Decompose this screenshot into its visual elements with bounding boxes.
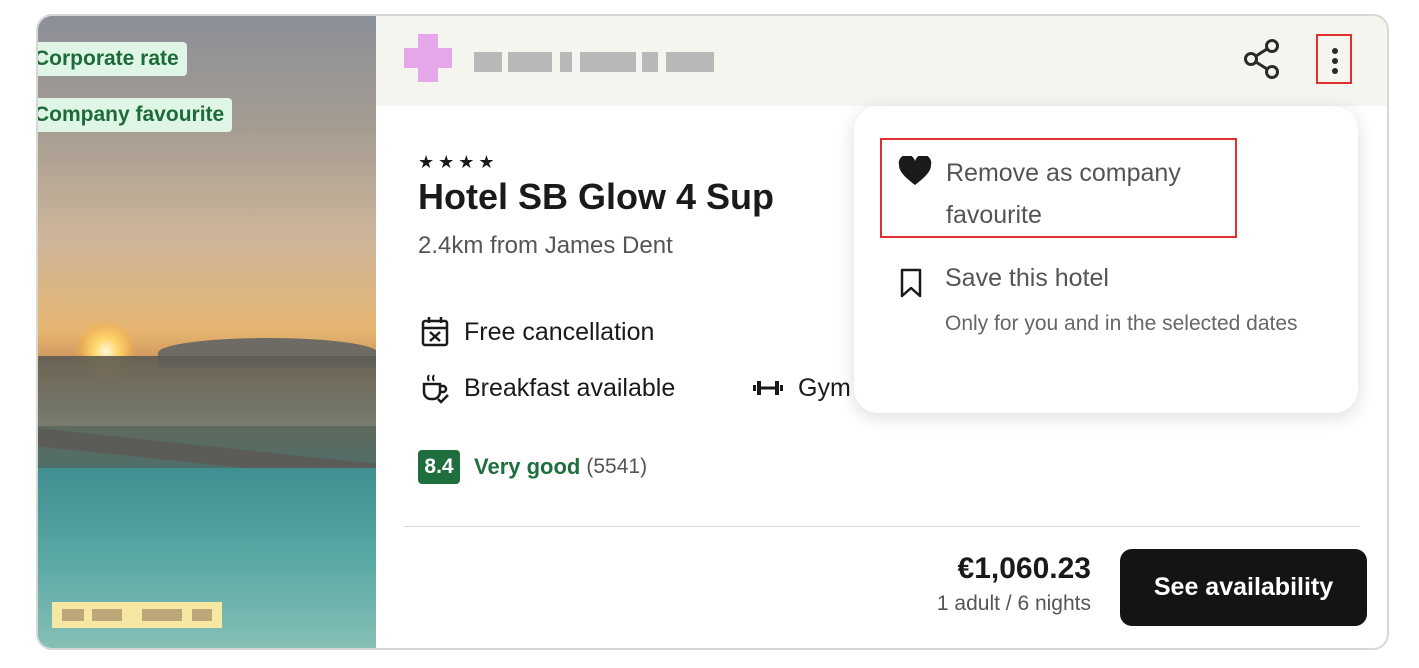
price-details: 1 adult / 6 nights [936,592,1091,615]
menu-item-label: Remove as company favourite [946,159,1181,229]
remove-company-favourite-item[interactable]: Remove as company favourite [880,138,1237,238]
breakfast-cup-icon [422,374,449,404]
photo-city [38,356,376,426]
heart-icon [898,156,932,185]
calendar-x-icon [421,317,449,347]
save-hotel-item[interactable]: Save this hotel Only for you and in the … [898,264,1318,374]
dumbbell-icon [753,381,783,395]
review-count: (5541) [586,455,648,478]
provider-logo-blurred [404,34,452,82]
photo-credit-blurred [52,602,222,628]
hotel-name[interactable]: Hotel SB Glow 4 Sup [418,176,774,218]
more-options-button[interactable] [1316,34,1352,84]
feature-gym: Gym [752,372,851,404]
bookmark-icon [900,268,922,298]
review-score[interactable]: 8.4 Very good (5541) [418,450,647,484]
share-button[interactable] [1242,38,1282,80]
see-availability-button[interactable]: See availability [1120,549,1367,626]
feature-label: Breakfast available [464,373,676,402]
star-rating: ★★★★ [418,152,499,173]
hotel-distance: 2.4km from James Dent [418,232,673,259]
menu-item-description: Only for you and in the selected dates [945,312,1298,335]
feature-label: Free cancellation [464,317,655,346]
options-dropdown-menu: Remove as company favourite Save this ho… [854,106,1358,413]
menu-item-label: Save this hotel [945,264,1109,292]
provider-name-blurred [474,52,714,72]
price-amount: €1,060.23 [957,552,1091,585]
feature-free-cancellation: Free cancellation [420,316,654,348]
share-icon [1244,39,1279,79]
divider [404,526,1360,527]
feature-breakfast: Breakfast available [420,372,675,404]
price-block: €1,060.23 1 adult / 6 nights [937,552,1091,616]
feature-label: Gym [798,373,851,402]
card-header [376,16,1387,106]
company-favourite-badge: Company favourite [38,98,233,132]
corporate-rate-badge: Corporate rate [38,42,187,76]
score-label: Very good [474,454,581,479]
score-badge: 8.4 [418,450,460,484]
